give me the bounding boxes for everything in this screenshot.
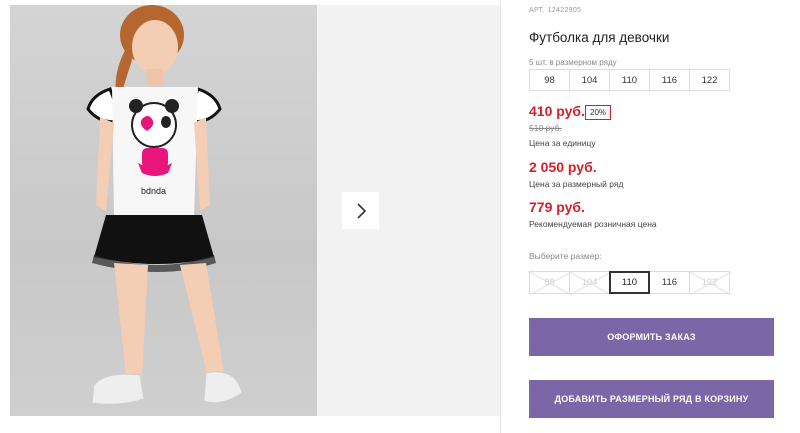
product-gallery: bdnda	[10, 5, 500, 416]
unavailable-cross-icon	[530, 272, 571, 295]
pack-size: 98	[529, 69, 570, 91]
size-option-116[interactable]: 116	[649, 271, 690, 294]
pack-size: 116	[649, 69, 690, 91]
size-option-122[interactable]: 122	[689, 271, 731, 295]
size-option-label: 110	[621, 277, 638, 288]
svg-text:bdnda: bdnda	[141, 186, 166, 196]
article-value: 12422905	[547, 7, 582, 14]
size-option-104[interactable]: 104	[569, 271, 611, 295]
size-selector: 98 104 110 116 122	[529, 271, 731, 295]
retail-price-caption: Рекомендуемая розничная цена	[529, 219, 657, 229]
column-divider	[500, 0, 501, 433]
product-title: Футболка для девочки	[529, 30, 670, 45]
pack-size: 122	[689, 69, 730, 91]
product-photo-illustration: bdnda	[86, 5, 243, 405]
size-option-label: 116	[661, 277, 678, 288]
discount-badge: 20%	[585, 105, 612, 120]
product-photo[interactable]: bdnda	[10, 5, 317, 416]
pack-sizes: 98 104 110 116 122	[529, 69, 730, 91]
gallery-next-button[interactable]	[342, 192, 379, 229]
retail-price: 779 руб.	[529, 199, 585, 215]
size-select-label: Выберите размер:	[529, 251, 602, 261]
place-order-button[interactable]: ОФОРМИТЬ ЗАКАЗ	[529, 318, 774, 356]
unavailable-cross-icon	[690, 272, 731, 295]
size-option-110[interactable]: 110	[609, 271, 650, 294]
pack-size: 110	[609, 69, 650, 91]
unit-price: 410 руб.	[529, 103, 585, 119]
pack-size: 104	[569, 69, 610, 91]
pack-note: 5 шт. в размерном ряду	[529, 58, 617, 67]
pack-price-caption: Цена за размерный ряд	[529, 179, 624, 189]
old-price: 510 руб.	[529, 123, 562, 133]
pack-price: 2 050 руб.	[529, 159, 597, 175]
unavailable-cross-icon	[570, 272, 611, 295]
article-number: АРТ. 12422905	[529, 7, 584, 14]
article-label: АРТ.	[529, 7, 545, 14]
unit-price-caption: Цена за единицу	[529, 138, 596, 148]
size-option-98[interactable]: 98	[529, 271, 571, 295]
add-size-range-to-cart-button[interactable]: ДОБАВИТЬ РАЗМЕРНЫЙ РЯД В КОРЗИНУ	[529, 380, 774, 418]
chevron-right-icon	[356, 202, 366, 219]
